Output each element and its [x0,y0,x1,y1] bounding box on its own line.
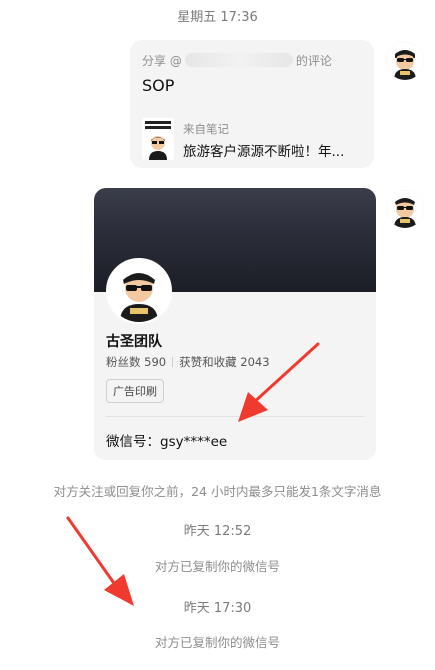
sender-avatar[interactable] [386,42,424,80]
note-source-label: 来自笔记 [183,122,229,136]
share-header: 分享 @ 的评论 [142,52,332,69]
share-title: SOP [142,76,175,95]
event-text: 对方已复制你的微信号 [154,635,280,650]
profile-avatar [106,258,172,324]
sender-avatar[interactable] [386,190,424,228]
system-notice: 对方关注或回复你之前，24 小时内最多只能发1条文字消息 [53,484,382,499]
timestamp: 星期五 17:36 [177,10,258,25]
share-prefix: 分享 @ [142,54,182,68]
note-thumbnail[interactable] [142,118,174,160]
cartoon-avatar-icon [108,260,170,322]
profile-name: 古圣团队 [106,334,162,350]
stats-divider [172,357,174,367]
note-thumbnail-image-icon [142,118,174,160]
share-suffix: 的评论 [295,54,332,68]
cartoon-avatar-icon [386,42,424,80]
fans-count: 粉丝数 590 [106,355,167,369]
note-title: 旅游客户源源不断啦！年... [183,144,345,160]
red-arrow-icon [238,342,320,422]
profile-tag: 广告印刷 [106,379,164,403]
red-arrow-icon [66,516,134,606]
cartoon-avatar-icon [386,190,424,228]
blurred-username [184,53,293,67]
wechat-id: 微信号：gsy****ee [106,434,228,450]
